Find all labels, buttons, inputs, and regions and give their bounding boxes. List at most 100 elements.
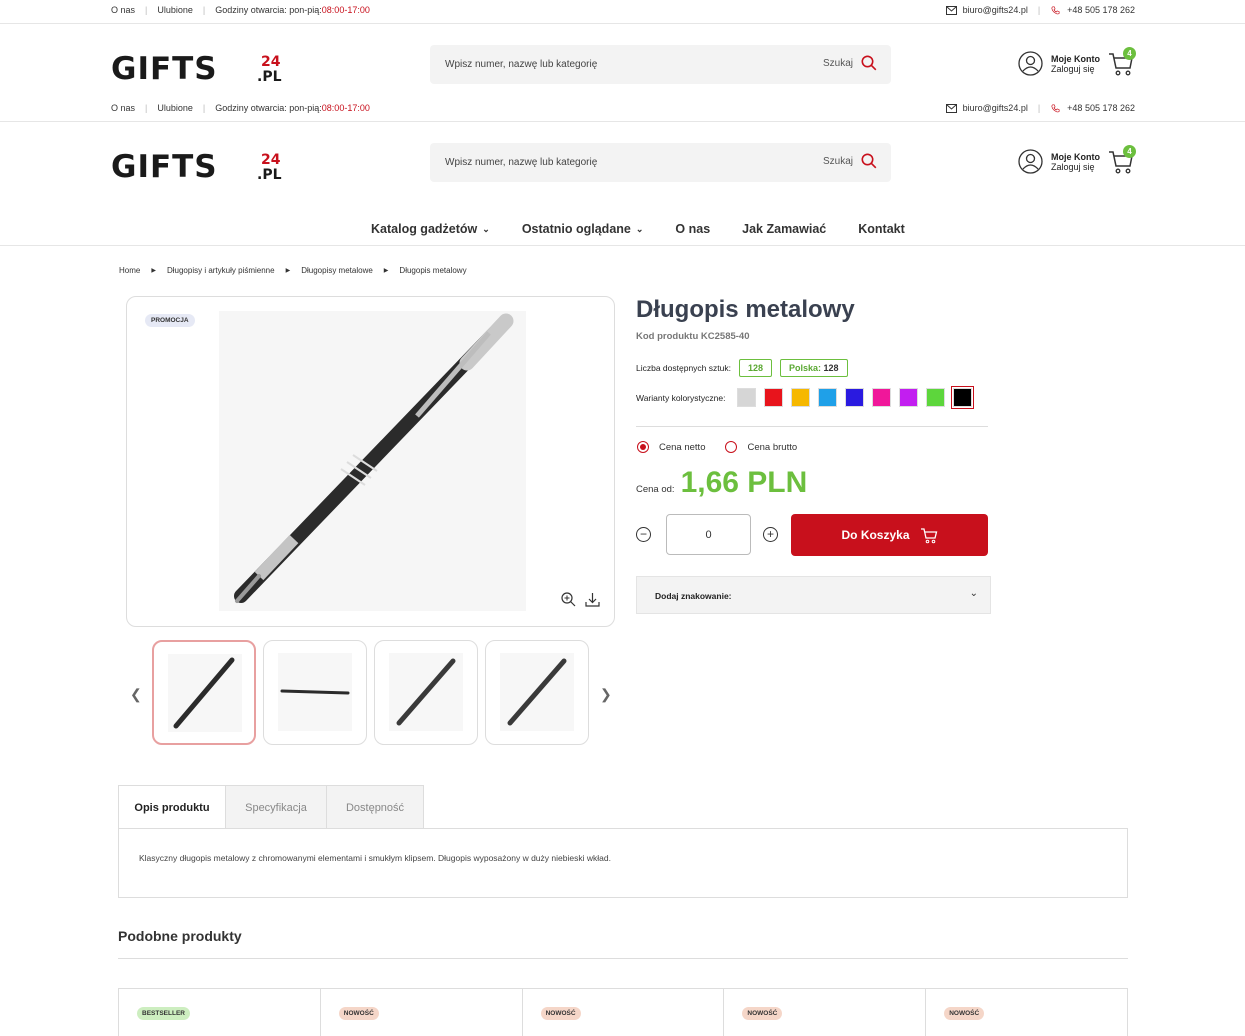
decrease-quantity-button[interactable]: − [636,527,651,542]
gross-price-label: Cena brutto [747,441,798,453]
divider: | [202,103,206,113]
search-button[interactable]: Szukaj [823,153,877,169]
account-link[interactable]: Moje Konto Zaloguj się [1018,149,1100,174]
thumbnail-4[interactable] [485,640,589,745]
nav-item-how-to-order[interactable]: Jak Zamawiać [742,222,826,236]
nav-item-recently-viewed[interactable]: Ostatnio oglądane ⌄ [522,222,644,236]
account-login: Zaloguj się [1051,63,1095,74]
chevron-right-icon[interactable]: ❯ [600,686,612,703]
color-swatch[interactable] [899,388,919,407]
phone-link[interactable]: +48 505 178 262 [1067,103,1135,113]
svg-text:.PL: .PL [257,167,282,181]
quantity-input[interactable]: 0 [666,514,751,555]
net-price-radio[interactable] [637,441,649,453]
stock-poland-value: 128 [823,363,839,373]
increase-quantity-button[interactable]: + [763,527,778,542]
add-to-cart-button[interactable]: Do Koszyka [791,514,988,556]
chevron-left-icon[interactable]: ❮ [130,686,142,703]
color-swatch[interactable] [791,388,811,407]
color-swatch[interactable] [872,388,892,407]
favorites-link[interactable]: Ulubione [157,103,193,113]
cart-icon [920,527,937,543]
top-bar: O nas | Ulubione | Godziny otwarcia: pon… [0,0,1245,22]
nav-item-catalog[interactable]: Katalog gadżetów ⌄ [371,222,490,236]
product-main-image[interactable]: PROMOCJA [126,296,615,627]
search-input[interactable]: Wpisz numer, nazwę lub kategorię [445,59,597,70]
gifts24-logo[interactable]: GIFTS 24 .PL [111,149,293,181]
color-swatch[interactable] [951,386,975,409]
search-bar[interactable]: Wpisz numer, nazwę lub kategorię Szukaj [430,45,891,84]
tab-specification[interactable]: Specyfikacja [225,785,327,829]
email-link[interactable]: biuro@gifts24.pl [963,103,1028,113]
color-swatch[interactable] [737,388,757,407]
nav-item-label: Kontakt [858,222,905,236]
cart-button[interactable]: 4 [1108,47,1138,81]
cart-count-badge: 4 [1123,47,1136,60]
chevron-down-icon: ⌄ [482,223,490,234]
top-bar-sticky: O nas | Ulubione | Godziny otwarcia: pon… [0,98,1245,120]
svg-text:24: 24 [261,54,281,70]
zoom-in-icon[interactable] [561,592,576,612]
nav-item-about[interactable]: O nas [675,222,710,236]
new-badge: NOWOŚĆ [540,1007,581,1020]
thumbnail-3[interactable] [374,640,478,745]
product-card[interactable]: NOWOŚĆ [724,989,927,1036]
search-bar[interactable]: Wpisz numer, nazwę lub kategorię Szukaj [430,143,891,182]
account-link[interactable]: Moje Konto Zaloguj się [1018,51,1100,76]
breadcrumb-category[interactable]: Długopisy i artykuły piśmienne [167,266,275,275]
add-marking-label: Dodaj znakowanie: [655,591,732,601]
svg-text:GIFTS: GIFTS [111,51,218,83]
phone-link[interactable]: +48 505 178 262 [1067,5,1135,15]
chevron-down-icon: ⌄ [969,588,978,599]
price-from-label: Cena od: [636,484,675,495]
product-card[interactable]: NOWOŚĆ [321,989,523,1036]
thumbnail-2[interactable] [263,640,367,745]
product-code: Kod produktu KC2585-40 [636,331,750,342]
thumbnail-carousel: ❮ ❯ [126,640,620,746]
divider: | [145,103,148,113]
stock-poland-badge: Polska: 128 [780,359,848,377]
account-title: Moje Konto [1051,53,1100,64]
breadcrumb-arrow-icon: ▶ [151,268,156,274]
nav-item-contact[interactable]: Kontakt [858,222,905,236]
stock-label: Liczba dostępnych sztuk: [636,363,731,373]
cart-button[interactable]: 4 [1108,145,1138,179]
add-marking-accordion[interactable]: Dodaj znakowanie: ⌄ [636,576,991,614]
divider: | [145,5,148,15]
color-swatch[interactable] [764,388,784,407]
opening-hours-label: Godziny otwarcia: pon-pią: [215,103,322,113]
divider: | [1037,5,1041,15]
product-card[interactable]: BESTSELLER [119,989,321,1036]
divider [636,426,988,427]
new-badge: NOWOŚĆ [742,1007,783,1020]
breadcrumb-subcategory[interactable]: Długopisy metalowe [301,266,373,275]
site-header: GIFTS 24 .PL Wpisz numer, nazwę lub kate… [0,23,1245,105]
search-icon [861,153,877,169]
stock-info: Liczba dostępnych sztuk: 128 Polska: 128 [636,359,848,377]
favorites-link[interactable]: Ulubione [157,5,193,15]
gross-price-radio[interactable] [725,441,738,453]
search-button[interactable]: Szukaj [823,55,877,71]
cart-count-badge: 4 [1123,145,1136,158]
product-card[interactable]: NOWOŚĆ [523,989,725,1036]
color-swatch[interactable] [818,388,838,407]
gifts24-logo[interactable]: GIFTS 24 .PL [111,51,293,83]
about-link[interactable]: O nas [111,5,135,15]
user-icon [1018,149,1043,174]
tab-description[interactable]: Opis produktu [118,785,226,829]
search-input[interactable]: Wpisz numer, nazwę lub kategorię [445,157,597,168]
promo-badge: PROMOCJA [145,314,195,327]
color-swatch[interactable] [845,388,865,407]
stock-total-badge: 128 [738,359,773,377]
breadcrumb-home[interactable]: Home [119,266,140,275]
color-swatch[interactable] [926,388,946,407]
account-title: Moje Konto [1051,151,1100,162]
thumbnail-1[interactable] [152,640,256,745]
download-icon[interactable] [585,592,600,612]
tab-availability[interactable]: Dostępność [326,785,424,829]
product-card[interactable]: NOWOŚĆ [926,989,1127,1036]
email-link[interactable]: biuro@gifts24.pl [963,5,1028,15]
about-link[interactable]: O nas [111,103,135,113]
opening-hours-time: 08:00-17:00 [321,103,370,113]
svg-text:.PL: .PL [257,69,282,83]
